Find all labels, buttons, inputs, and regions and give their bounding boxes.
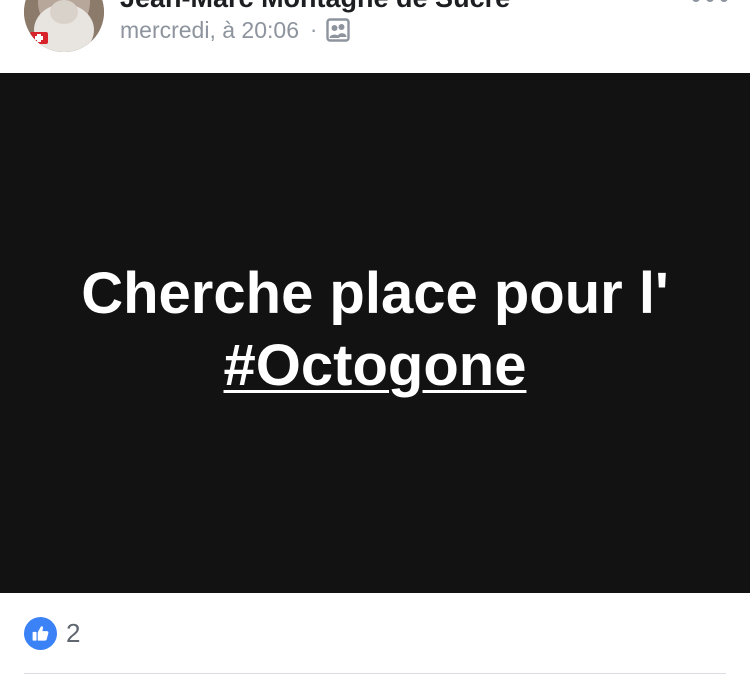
post-meta: mercredi, à 20:06 · (120, 15, 351, 45)
author-name[interactable]: Jean-Marc Montagne de Sucre (120, 0, 510, 12)
more-options-icon[interactable] (692, 0, 728, 8)
facebook-post: Jean-Marc Montagne de Sucre mercredi, à … (0, 0, 750, 676)
hashtag-link[interactable]: #Octogone (224, 333, 527, 398)
reactions-summary[interactable]: 2 (24, 617, 80, 650)
post-timestamp[interactable]: mercredi, à 20:06 (120, 17, 299, 44)
friends-audience-icon[interactable] (326, 18, 351, 42)
post-header: Jean-Marc Montagne de Sucre mercredi, à … (0, 0, 750, 73)
footer-divider (24, 673, 726, 674)
meta-separator: · (309, 17, 318, 42)
like-icon (24, 617, 57, 650)
author-avatar[interactable] (24, 0, 104, 52)
post-content-card: Cherche place pour l' #Octogone (0, 73, 750, 593)
post-text-line: Cherche place pour l' (81, 261, 669, 326)
post-text: Cherche place pour l' #Octogone (81, 258, 669, 402)
like-count: 2 (66, 618, 81, 648)
